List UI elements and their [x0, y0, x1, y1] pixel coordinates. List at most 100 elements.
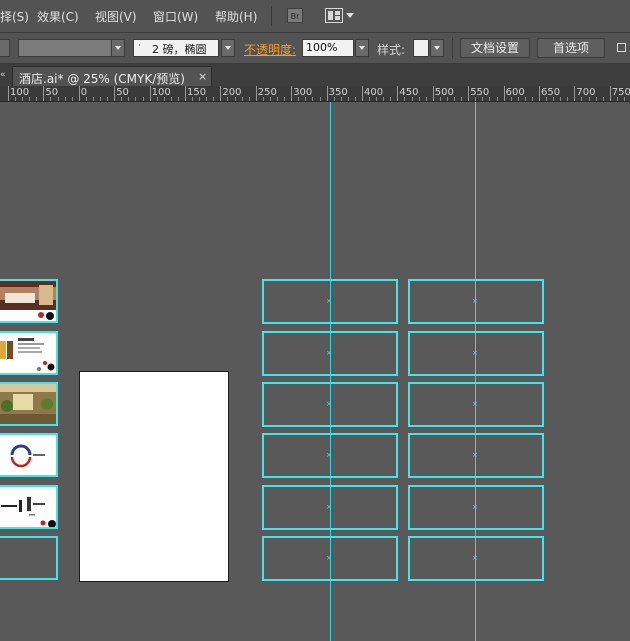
arrange-documents-icon[interactable] [325, 8, 343, 23]
ruler-tick-label: 100 [10, 87, 30, 98]
style-swatch[interactable] [413, 39, 429, 57]
ruler-major-tick [220, 86, 222, 101]
tab-overflow-icon[interactable]: « [0, 70, 6, 80]
empty-artboard[interactable]: × [262, 279, 398, 324]
ruler-minor-tick [390, 97, 392, 101]
artboard-logo-page[interactable] [0, 433, 58, 477]
opacity-field[interactable]: 100% [302, 39, 354, 57]
empty-artboard[interactable]: × [408, 279, 544, 324]
artboard-lobby-photo[interactable] [0, 382, 58, 426]
ruler-minor-tick [234, 97, 236, 101]
menu-select[interactable]: 择(S) [0, 8, 29, 25]
ruler-major-tick [78, 86, 80, 101]
ruler-major-tick [114, 86, 116, 101]
bridge-icon[interactable]: Br [287, 8, 303, 23]
ruler-minor-tick [92, 97, 94, 101]
ruler-minor-tick [64, 97, 66, 101]
ruler-minor-tick [213, 97, 215, 101]
stroke-profile-field[interactable]: · 2 磅，椭圆 [133, 39, 219, 57]
ruler-minor-tick [248, 97, 250, 101]
empty-artboard[interactable]: × [408, 433, 544, 478]
ruler-minor-tick [277, 97, 279, 101]
artboard-empty[interactable] [0, 536, 58, 580]
ruler-major-tick [185, 86, 186, 101]
empty-artboard[interactable]: × [262, 485, 398, 530]
ruler-tick-label: 450 [399, 87, 419, 98]
ruler-minor-tick [347, 97, 349, 101]
artboard-center-mark: × [472, 400, 478, 408]
ruler-major-tick [43, 86, 45, 101]
ruler-minor-tick [517, 97, 519, 101]
artboard-center-mark: × [326, 451, 332, 459]
menu-effect[interactable]: 效果(C) [37, 8, 79, 25]
ruler-major-tick [468, 86, 470, 101]
empty-artboard[interactable]: × [408, 331, 544, 376]
artboard-contact-page[interactable] [0, 485, 58, 529]
artboard-hotel-room-photo[interactable] [0, 279, 58, 323]
preferences-button[interactable]: 首选项 [537, 38, 605, 58]
artboard-center-mark: × [326, 400, 332, 408]
menu-divider [271, 6, 272, 26]
ruler-tick-label: 350 [328, 87, 348, 98]
stroke-color-dropdown[interactable] [111, 39, 125, 57]
artboard-center-mark: × [472, 297, 478, 305]
ruler-tick-label: 50 [45, 87, 59, 98]
opacity-label[interactable]: 不透明度: [244, 41, 296, 58]
chevron-down-icon[interactable] [346, 13, 354, 18]
ruler-minor-tick [36, 97, 38, 101]
ruler-minor-tick [510, 97, 512, 101]
ruler-minor-tick [135, 97, 137, 101]
empty-artboard[interactable]: × [262, 536, 398, 581]
ruler-minor-tick [376, 97, 378, 101]
profile-dot-icon: · [138, 41, 141, 51]
ruler-minor-tick [404, 97, 406, 101]
style-dropdown[interactable] [430, 39, 444, 57]
artboard-canvas[interactable]: × × × × × × × × × × × × [0, 102, 630, 641]
ruler-tick-label: 700 [576, 87, 596, 98]
empty-artboard[interactable]: × [262, 331, 398, 376]
ruler-minor-tick [100, 97, 102, 101]
stroke-color-field[interactable] [18, 39, 112, 57]
horizontal-ruler[interactable]: 100 50 0 50 100 150 200 250 300 350 400 450 500 550 60… [0, 86, 630, 102]
empty-artboard[interactable]: × [262, 382, 398, 427]
ruler-minor-tick [262, 97, 264, 101]
fill-dropdown-button[interactable] [0, 39, 10, 57]
empty-artboard[interactable]: × [408, 382, 544, 427]
ruler-minor-tick [446, 97, 448, 101]
logo-page [10, 444, 45, 468]
close-icon[interactable]: × [198, 70, 207, 83]
lobby-photo [0, 384, 56, 424]
artboard-center-mark: × [472, 451, 478, 459]
ruler-minor-tick [177, 97, 179, 101]
opacity-dropdown[interactable] [355, 39, 369, 57]
ruler-minor-tick [57, 97, 59, 101]
document-setup-button[interactable]: 文档设置 [460, 38, 530, 58]
tab-document-label: 酒店.ai* @ 25% (CMYK/预览) [19, 72, 185, 86]
menu-help[interactable]: 帮助(H) [215, 8, 257, 25]
empty-artboard[interactable]: × [262, 433, 398, 478]
ruler-minor-tick [418, 97, 420, 101]
ruler-major-tick [291, 86, 293, 101]
menu-window[interactable]: 窗口(W) [153, 8, 198, 25]
tab-document[interactable]: 酒店.ai* @ 25% (CMYK/预览) × [12, 66, 212, 86]
ruler-minor-tick [305, 97, 307, 101]
ruler-minor-tick [22, 97, 24, 101]
ruler-minor-tick [354, 97, 356, 101]
ruler-minor-tick [553, 97, 555, 101]
artboard-brochure-layout[interactable] [0, 331, 58, 375]
ruler-minor-tick [156, 97, 158, 101]
stroke-profile-dropdown[interactable] [221, 39, 235, 57]
empty-artboard[interactable]: × [408, 536, 544, 581]
control-bar: · 2 磅，椭圆 不透明度: 100% 样式: 文档设置 首选项 [0, 33, 630, 64]
empty-artboard[interactable]: × [408, 485, 544, 530]
arrange-icon[interactable] [617, 43, 626, 52]
ruler-minor-tick [588, 97, 590, 101]
ruler-minor-tick [524, 97, 526, 101]
menu-view[interactable]: 视图(V) [95, 8, 137, 25]
menu-bar: 择(S) 效果(C) 视图(V) 窗口(W) 帮助(H) Br [0, 0, 630, 33]
ruler-minor-tick [340, 97, 342, 101]
ruler-minor-tick [595, 97, 597, 101]
ruler-minor-tick [333, 97, 335, 101]
control-divider [452, 38, 453, 58]
white-artboard-page[interactable] [79, 371, 229, 582]
